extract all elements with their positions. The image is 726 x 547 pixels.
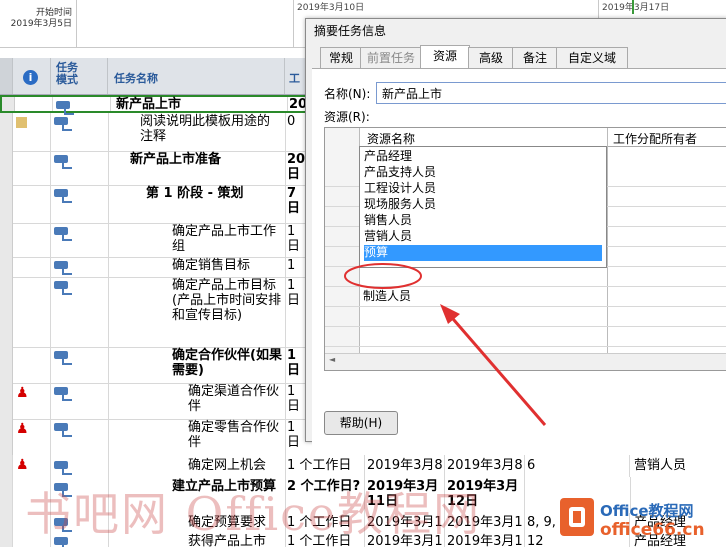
annotation-overlay [344, 263, 547, 426]
logo-line1: Office教程网 [600, 502, 694, 520]
logo-line2: office66.cn [600, 520, 705, 540]
highlight-ellipse [344, 263, 422, 289]
arrowhead [440, 304, 460, 324]
site-logo: Office教程网 office66.cn [560, 490, 726, 547]
office-logo-icon [560, 498, 594, 536]
annotation-arrow [445, 311, 547, 426]
watermark: 书吧网 Office教程网 [25, 487, 482, 541]
